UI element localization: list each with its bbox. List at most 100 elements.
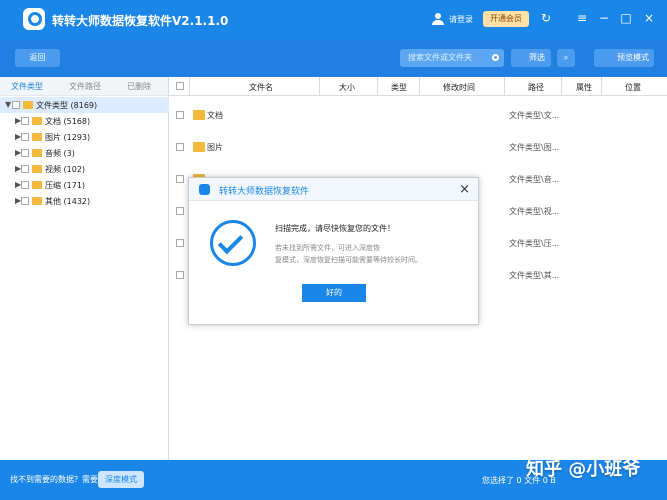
row-checkbox[interactable]	[176, 175, 184, 183]
file-name: 图片	[207, 143, 223, 152]
preview-mode-button[interactable]: 预览模式	[594, 49, 654, 67]
row-checkbox[interactable]	[176, 239, 184, 247]
select-all-checkbox[interactable]	[176, 82, 184, 90]
folder-icon	[32, 197, 42, 205]
tree-label: 其他 (1432)	[45, 197, 91, 206]
checkbox[interactable]	[21, 117, 29, 125]
dialog-header: 转转大师数据恢复软件 ×	[189, 178, 478, 201]
tree-label: 文件类型 (8169)	[36, 101, 98, 110]
column-divider	[601, 77, 602, 96]
tree-item-compressed[interactable]: ▶ 压缩 (171)	[0, 177, 169, 193]
tree-label: 图片 (1293)	[45, 133, 91, 142]
check-mark-icon	[217, 228, 244, 255]
tree-label: 压缩 (171)	[45, 181, 86, 190]
tab-file-path[interactable]: 文件路径	[69, 81, 101, 92]
file-type-tree: ▼ 文件类型 (8169) ▶ 文档 (5168) ▶ 图片 (1293) ▶ …	[0, 97, 169, 209]
folder-icon	[193, 110, 205, 120]
user-icon[interactable]	[432, 13, 444, 25]
column-divider	[189, 77, 190, 96]
checkbox[interactable]	[21, 197, 29, 205]
tree-item-all[interactable]: ▼ 文件类型 (8169)	[0, 97, 169, 113]
table-row[interactable]: 文档 文件类型\文...	[169, 100, 667, 131]
file-path: 文件类型\其...	[509, 271, 560, 280]
filter-button[interactable]: 筛选	[511, 49, 551, 67]
tab-deleted[interactable]: 已删除	[127, 81, 151, 92]
checkbox[interactable]	[21, 165, 29, 173]
close-window-icon[interactable]: ×	[642, 11, 656, 25]
tree-item-images[interactable]: ▶ 图片 (1293)	[0, 129, 169, 145]
sidebar: 文件类型 文件路径 已删除 ▼ 文件类型 (8169) ▶ 文档 (5168) …	[0, 77, 169, 460]
row-checkbox[interactable]	[176, 271, 184, 279]
title-bar: 转转大师数据恢复软件V2.1.1.0 请登录 开通会员 ↻ ≡ − □ ×	[0, 0, 667, 40]
checkbox[interactable]	[21, 133, 29, 141]
minimize-icon[interactable]: −	[597, 11, 611, 25]
column-type[interactable]: 类型	[387, 82, 411, 93]
table-header: 文件名 大小 类型 修改时间 路径 属性 位置	[169, 77, 667, 96]
app-logo-icon	[23, 8, 45, 30]
file-path: 文件类型\文...	[509, 111, 560, 120]
table-row[interactable]: 图片 文件类型\图...	[169, 132, 667, 163]
back-button[interactable]: 返回	[15, 49, 60, 67]
column-divider	[504, 77, 505, 96]
success-check-icon	[210, 220, 256, 266]
dialog-hint-line-2: 复模式，深度恢复扫描可能需要等待较长时间。	[275, 256, 422, 264]
refresh-icon[interactable]: ↻	[539, 11, 553, 25]
column-attributes[interactable]: 属性	[572, 82, 596, 93]
vip-button[interactable]: 开通会员	[483, 11, 529, 27]
folder-icon	[32, 133, 42, 141]
folder-icon	[32, 165, 42, 173]
tree-item-audio[interactable]: ▶ 音频 (3)	[0, 145, 169, 161]
login-link[interactable]: 请登录	[449, 14, 473, 25]
search-input[interactable]: 搜索文件或文件夹	[400, 49, 504, 67]
column-divider	[377, 77, 378, 96]
collapse-arrow-icon[interactable]: ▼	[5, 100, 11, 109]
tab-file-type[interactable]: 文件类型	[11, 81, 43, 92]
scan-complete-dialog: 转转大师数据恢复软件 × 扫描完成，请尽快恢复您的文件！ 若未找到所需文件，可进…	[188, 177, 479, 325]
menu-icon[interactable]: ≡	[575, 11, 589, 25]
tree-item-video[interactable]: ▶ 视频 (102)	[0, 161, 169, 177]
checkbox[interactable]	[21, 181, 29, 189]
app-logo-icon	[199, 184, 210, 195]
tree-label: 文档 (5168)	[45, 117, 91, 126]
row-checkbox[interactable]	[176, 143, 184, 151]
column-modified-time[interactable]: 修改时间	[439, 82, 479, 93]
dialog-message: 扫描完成，请尽快恢复您的文件！	[275, 224, 395, 233]
column-size[interactable]: 大小	[335, 82, 359, 93]
tree-item-documents[interactable]: ▶ 文档 (5168)	[0, 113, 169, 129]
file-path: 文件类型\图...	[509, 143, 560, 152]
row-checkbox[interactable]	[176, 111, 184, 119]
file-path: 文件类型\压...	[509, 239, 560, 248]
deep-mode-hint: 找不到需要的数据？需要	[10, 475, 98, 484]
column-location[interactable]: 位置	[621, 82, 645, 93]
folder-icon	[193, 142, 205, 152]
deep-mode-button[interactable]: 深度模式	[98, 471, 144, 488]
column-file-name[interactable]: 文件名	[241, 82, 281, 93]
column-divider	[561, 77, 562, 96]
maximize-icon[interactable]: □	[619, 11, 633, 25]
main-toolbar: 返回 搜索文件或文件夹 筛选 ⌕ 预览模式	[0, 40, 667, 77]
column-divider	[419, 77, 420, 96]
checkbox[interactable]	[12, 101, 20, 109]
tree-label: 音频 (3)	[45, 149, 75, 158]
search-placeholder: 搜索文件或文件夹	[408, 53, 472, 62]
folder-icon	[23, 101, 33, 109]
search-icon[interactable]	[492, 54, 499, 61]
ok-button[interactable]: 好的	[302, 284, 366, 302]
row-checkbox[interactable]	[176, 207, 184, 215]
file-path: 文件类型\音...	[509, 175, 560, 184]
tree-item-other[interactable]: ▶ 其他 (1432)	[0, 193, 169, 209]
view-toggle-icon[interactable]: ⌕	[557, 49, 575, 67]
tree-label: 视频 (102)	[45, 165, 86, 174]
folder-icon	[32, 181, 42, 189]
watermark: 知乎 @小班爷	[526, 459, 641, 480]
app-title: 转转大师数据恢复软件V2.1.1.0	[52, 14, 229, 28]
column-path[interactable]: 路径	[524, 82, 548, 93]
close-icon[interactable]: ×	[459, 182, 470, 197]
dialog-hint-line-1: 若未找到所需文件，可进入深度恢	[275, 244, 380, 252]
file-name: 文档	[207, 111, 223, 120]
column-divider	[319, 77, 320, 96]
file-path: 文件类型\视...	[509, 207, 560, 216]
checkbox[interactable]	[21, 149, 29, 157]
sidebar-tabs: 文件类型 文件路径 已删除	[0, 77, 168, 96]
folder-icon	[32, 117, 42, 125]
